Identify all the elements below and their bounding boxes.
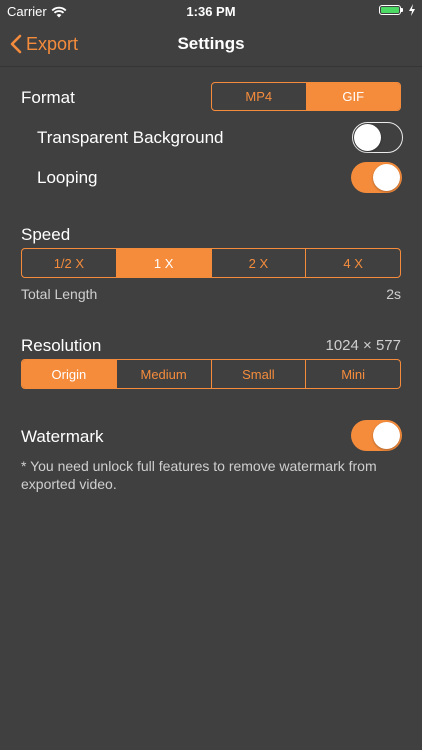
total-length-label: Total Length: [21, 286, 98, 302]
format-title: Format: [21, 88, 75, 107]
format-option-gif[interactable]: GIF: [305, 83, 400, 110]
speed-segmented-control: 1/2 X 1 X 2 X 4 X: [21, 248, 401, 278]
looping-toggle[interactable]: [351, 162, 402, 193]
page-title: Settings: [177, 34, 245, 53]
status-bar: Carrier 1:36 PM: [0, 0, 422, 22]
charging-bolt-icon: [409, 4, 415, 16]
total-length-value: 2s: [386, 286, 401, 302]
resolution-option-mini[interactable]: Mini: [305, 360, 400, 388]
resolution-option-medium[interactable]: Medium: [115, 360, 211, 388]
looping-label: Looping: [37, 168, 98, 187]
navigation-bar: Export Settings: [0, 22, 422, 67]
speed-option-1x[interactable]: 1 X: [115, 249, 211, 277]
watermark-note: * You need unlock full features to remov…: [21, 458, 377, 492]
speed-title: Speed: [21, 225, 71, 244]
resolution-option-small[interactable]: Small: [210, 360, 306, 388]
resolution-option-origin[interactable]: Origin: [22, 360, 116, 388]
format-segmented-control: MP4 GIF: [211, 82, 401, 111]
battery-icon: [379, 5, 403, 15]
toggle-knob: [373, 164, 400, 191]
status-time: 1:36 PM: [186, 4, 236, 19]
resolution-title: Resolution: [21, 336, 102, 355]
speed-option-4x[interactable]: 4 X: [305, 249, 400, 277]
transparent-background-toggle[interactable]: [352, 122, 403, 153]
watermark-toggle[interactable]: [351, 420, 402, 451]
speed-option-half[interactable]: 1/2 X: [22, 249, 116, 277]
toggle-knob: [373, 422, 400, 449]
watermark-title: Watermark: [21, 427, 104, 446]
speed-option-2x[interactable]: 2 X: [210, 249, 306, 277]
resolution-segmented-control: Origin Medium Small Mini: [21, 359, 401, 389]
resolution-value: 1024 × 577: [325, 337, 402, 354]
format-option-mp4[interactable]: MP4: [212, 83, 306, 110]
status-right: [379, 4, 416, 16]
transparent-background-label: Transparent Background: [37, 128, 224, 147]
toggle-knob: [354, 123, 381, 151]
